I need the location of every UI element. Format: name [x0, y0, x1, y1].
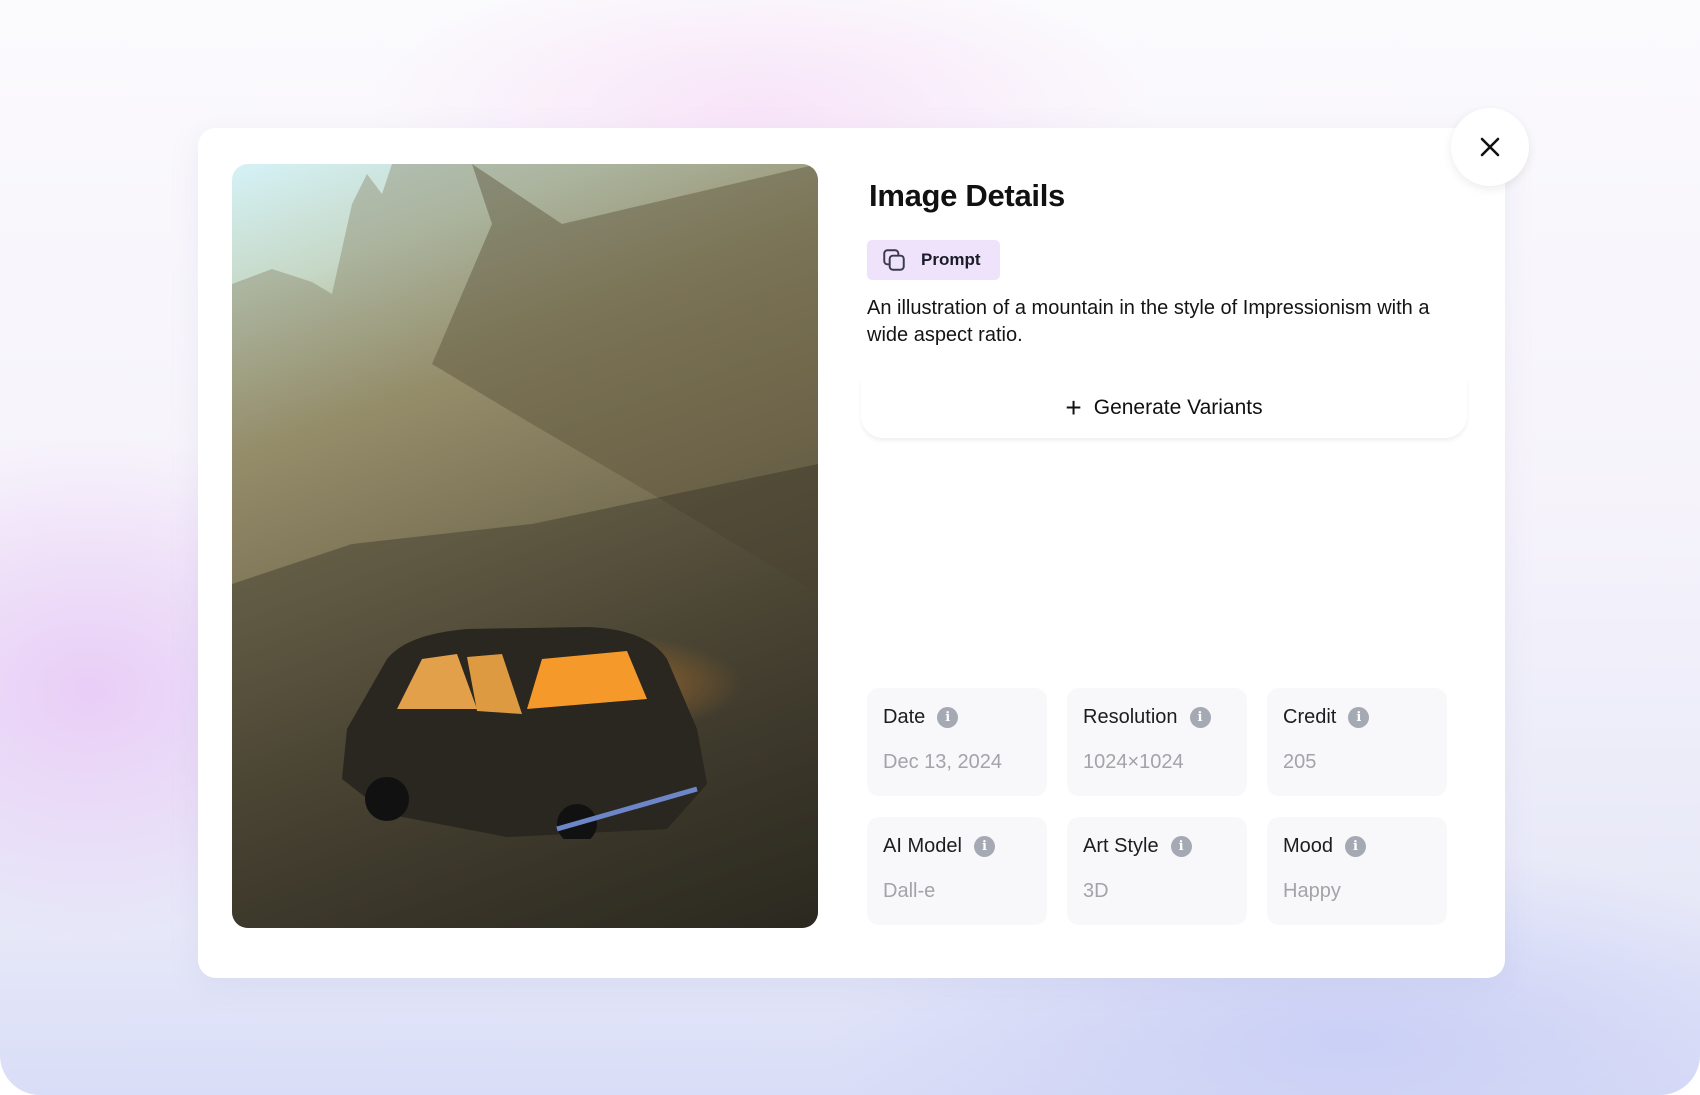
details-grid: Date i Dec 13, 2024 Resolution i 1024×1024…: [867, 688, 1447, 925]
info-icon[interactable]: i: [1189, 707, 1211, 728]
info-icon[interactable]: i: [1170, 836, 1192, 857]
detail-card-mood: Mood i Happy: [1267, 817, 1447, 925]
copy-prompt-button[interactable]: Prompt: [867, 240, 1000, 280]
generated-image: [232, 164, 818, 928]
car-illustration: [342, 627, 707, 839]
detail-card-date: Date i Dec 13, 2024: [867, 688, 1047, 796]
detail-card-art-style: Art Style i 3D: [1067, 817, 1247, 925]
detail-label: AI Model: [883, 835, 962, 857]
detail-value: 3D: [1083, 880, 1109, 902]
detail-label: Resolution: [1083, 706, 1178, 728]
plus-icon: +: [1065, 392, 1082, 423]
detail-label: Credit: [1283, 706, 1337, 728]
detail-label: Mood: [1283, 835, 1334, 857]
detail-card-credit: Credit i 205: [1267, 688, 1447, 796]
generate-variants-label: Generate Variants: [1093, 396, 1263, 419]
detail-value: Dec 13, 2024: [883, 751, 1002, 773]
copy-icon: [883, 249, 905, 271]
detail-value: 1024×1024: [1083, 751, 1184, 773]
info-icon[interactable]: i: [1348, 707, 1370, 728]
detail-card-ai-model: AI Model i Dall-e: [867, 817, 1047, 925]
close-button[interactable]: [1451, 108, 1529, 186]
close-icon: [1480, 137, 1500, 157]
image-details-modal: Image Details Prompt An illustration of …: [198, 128, 1505, 978]
detail-label: Date: [883, 706, 926, 728]
detail-label: Art Style: [1083, 835, 1159, 857]
detail-value: Dall-e: [883, 880, 936, 902]
info-icon[interactable]: i: [973, 836, 995, 857]
dialog-title: Image Details: [869, 178, 1065, 213]
detail-value: Happy: [1283, 880, 1341, 902]
generate-variants-button[interactable]: + Generate Variants: [861, 378, 1467, 438]
prompt-text: An illustration of a mountain in the sty…: [867, 297, 1430, 346]
info-icon[interactable]: i: [937, 707, 959, 728]
detail-value: 205: [1283, 751, 1317, 773]
details-panel: Image Details Prompt An illustration of …: [861, 164, 1469, 928]
detail-card-resolution: Resolution i 1024×1024: [1067, 688, 1247, 796]
prompt-label: Prompt: [921, 250, 981, 269]
info-icon[interactable]: i: [1345, 836, 1367, 857]
